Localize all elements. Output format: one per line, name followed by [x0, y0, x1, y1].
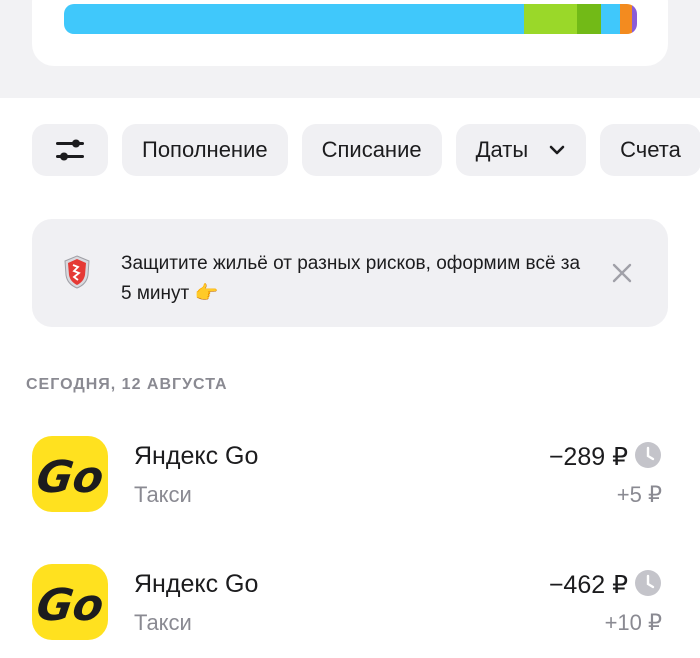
spending-bar-segment	[600, 4, 620, 34]
transaction-cashback: +10 ₽	[604, 610, 662, 635]
spending-bar-segment	[619, 4, 632, 34]
logo-text: Go	[33, 452, 106, 503]
yandex-go-logo: Go	[32, 436, 108, 512]
spending-bar	[64, 4, 637, 34]
filter-dates-dropdown[interactable]: Даты	[455, 124, 587, 176]
filter-replenish-label: Пополнение	[142, 137, 268, 162]
filter-accounts-label: Счета	[620, 137, 681, 162]
clock-icon	[635, 570, 661, 596]
filter-debit-label: Списание	[321, 137, 422, 162]
spending-bar-segment	[64, 4, 525, 34]
logo-text: Go	[33, 580, 106, 631]
filter-replenish-chip[interactable]: Пополнение	[122, 124, 288, 176]
transaction-row[interactable]: Go Яндекс Go Такси −462 ₽ +10 ₽	[0, 564, 700, 644]
yandex-go-logo: Go	[32, 564, 108, 640]
spending-bar-segment	[524, 4, 577, 34]
transaction-cashback: +5 ₽	[616, 482, 662, 507]
transaction-title: Яндекс Go	[134, 442, 259, 470]
spending-bar-segment	[576, 4, 601, 34]
sliders-icon	[56, 139, 84, 161]
transaction-amount: −462 ₽	[548, 571, 628, 599]
close-icon[interactable]	[610, 261, 634, 285]
promo-banner[interactable]: Защитите жильё от разных рисков, оформим…	[32, 219, 668, 327]
shield-icon	[64, 255, 90, 289]
transaction-amount: −289 ₽	[548, 443, 628, 471]
filter-settings-button[interactable]	[32, 124, 108, 176]
clock-icon	[635, 442, 661, 468]
transaction-row[interactable]: Go Яндекс Go Такси −289 ₽ +5 ₽	[0, 436, 700, 516]
chevron-down-icon	[549, 145, 565, 155]
promo-text: Защитите жильё от разных рисков, оформим…	[121, 253, 581, 304]
date-section-header: СЕГОДНЯ, 12 АВГУСТА	[26, 376, 228, 393]
filter-debit-chip[interactable]: Списание	[301, 124, 442, 176]
transaction-category: Такси	[134, 610, 192, 635]
filter-chips: Пополнение Списание Даты Счета	[32, 124, 700, 176]
filter-accounts-chip[interactable]: Счета	[600, 124, 700, 176]
transaction-category: Такси	[134, 482, 192, 507]
transaction-title: Яндекс Go	[134, 570, 259, 598]
filter-dates-label: Даты	[475, 137, 529, 162]
